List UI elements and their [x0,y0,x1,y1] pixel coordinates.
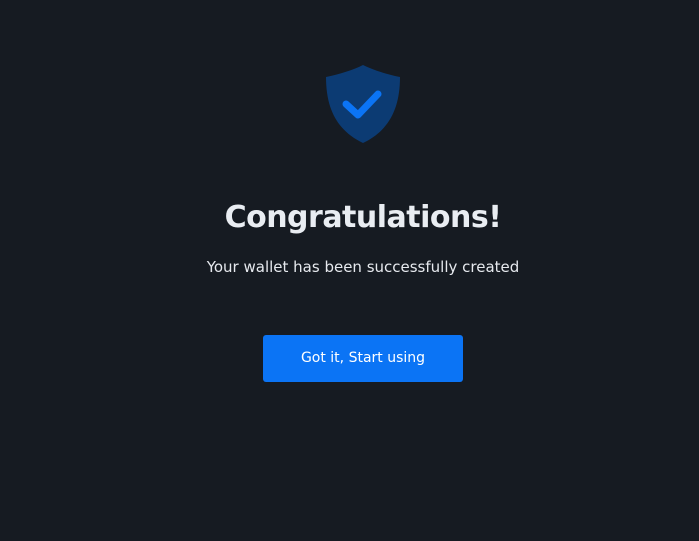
success-title: Congratulations! [224,200,502,235]
success-screen: Congratulations! Your wallet has been su… [0,0,699,541]
success-message: Your wallet has been successfully create… [206,258,520,276]
start-using-button[interactable]: Got it, Start using [263,335,463,382]
shield-check-icon [326,65,400,143]
